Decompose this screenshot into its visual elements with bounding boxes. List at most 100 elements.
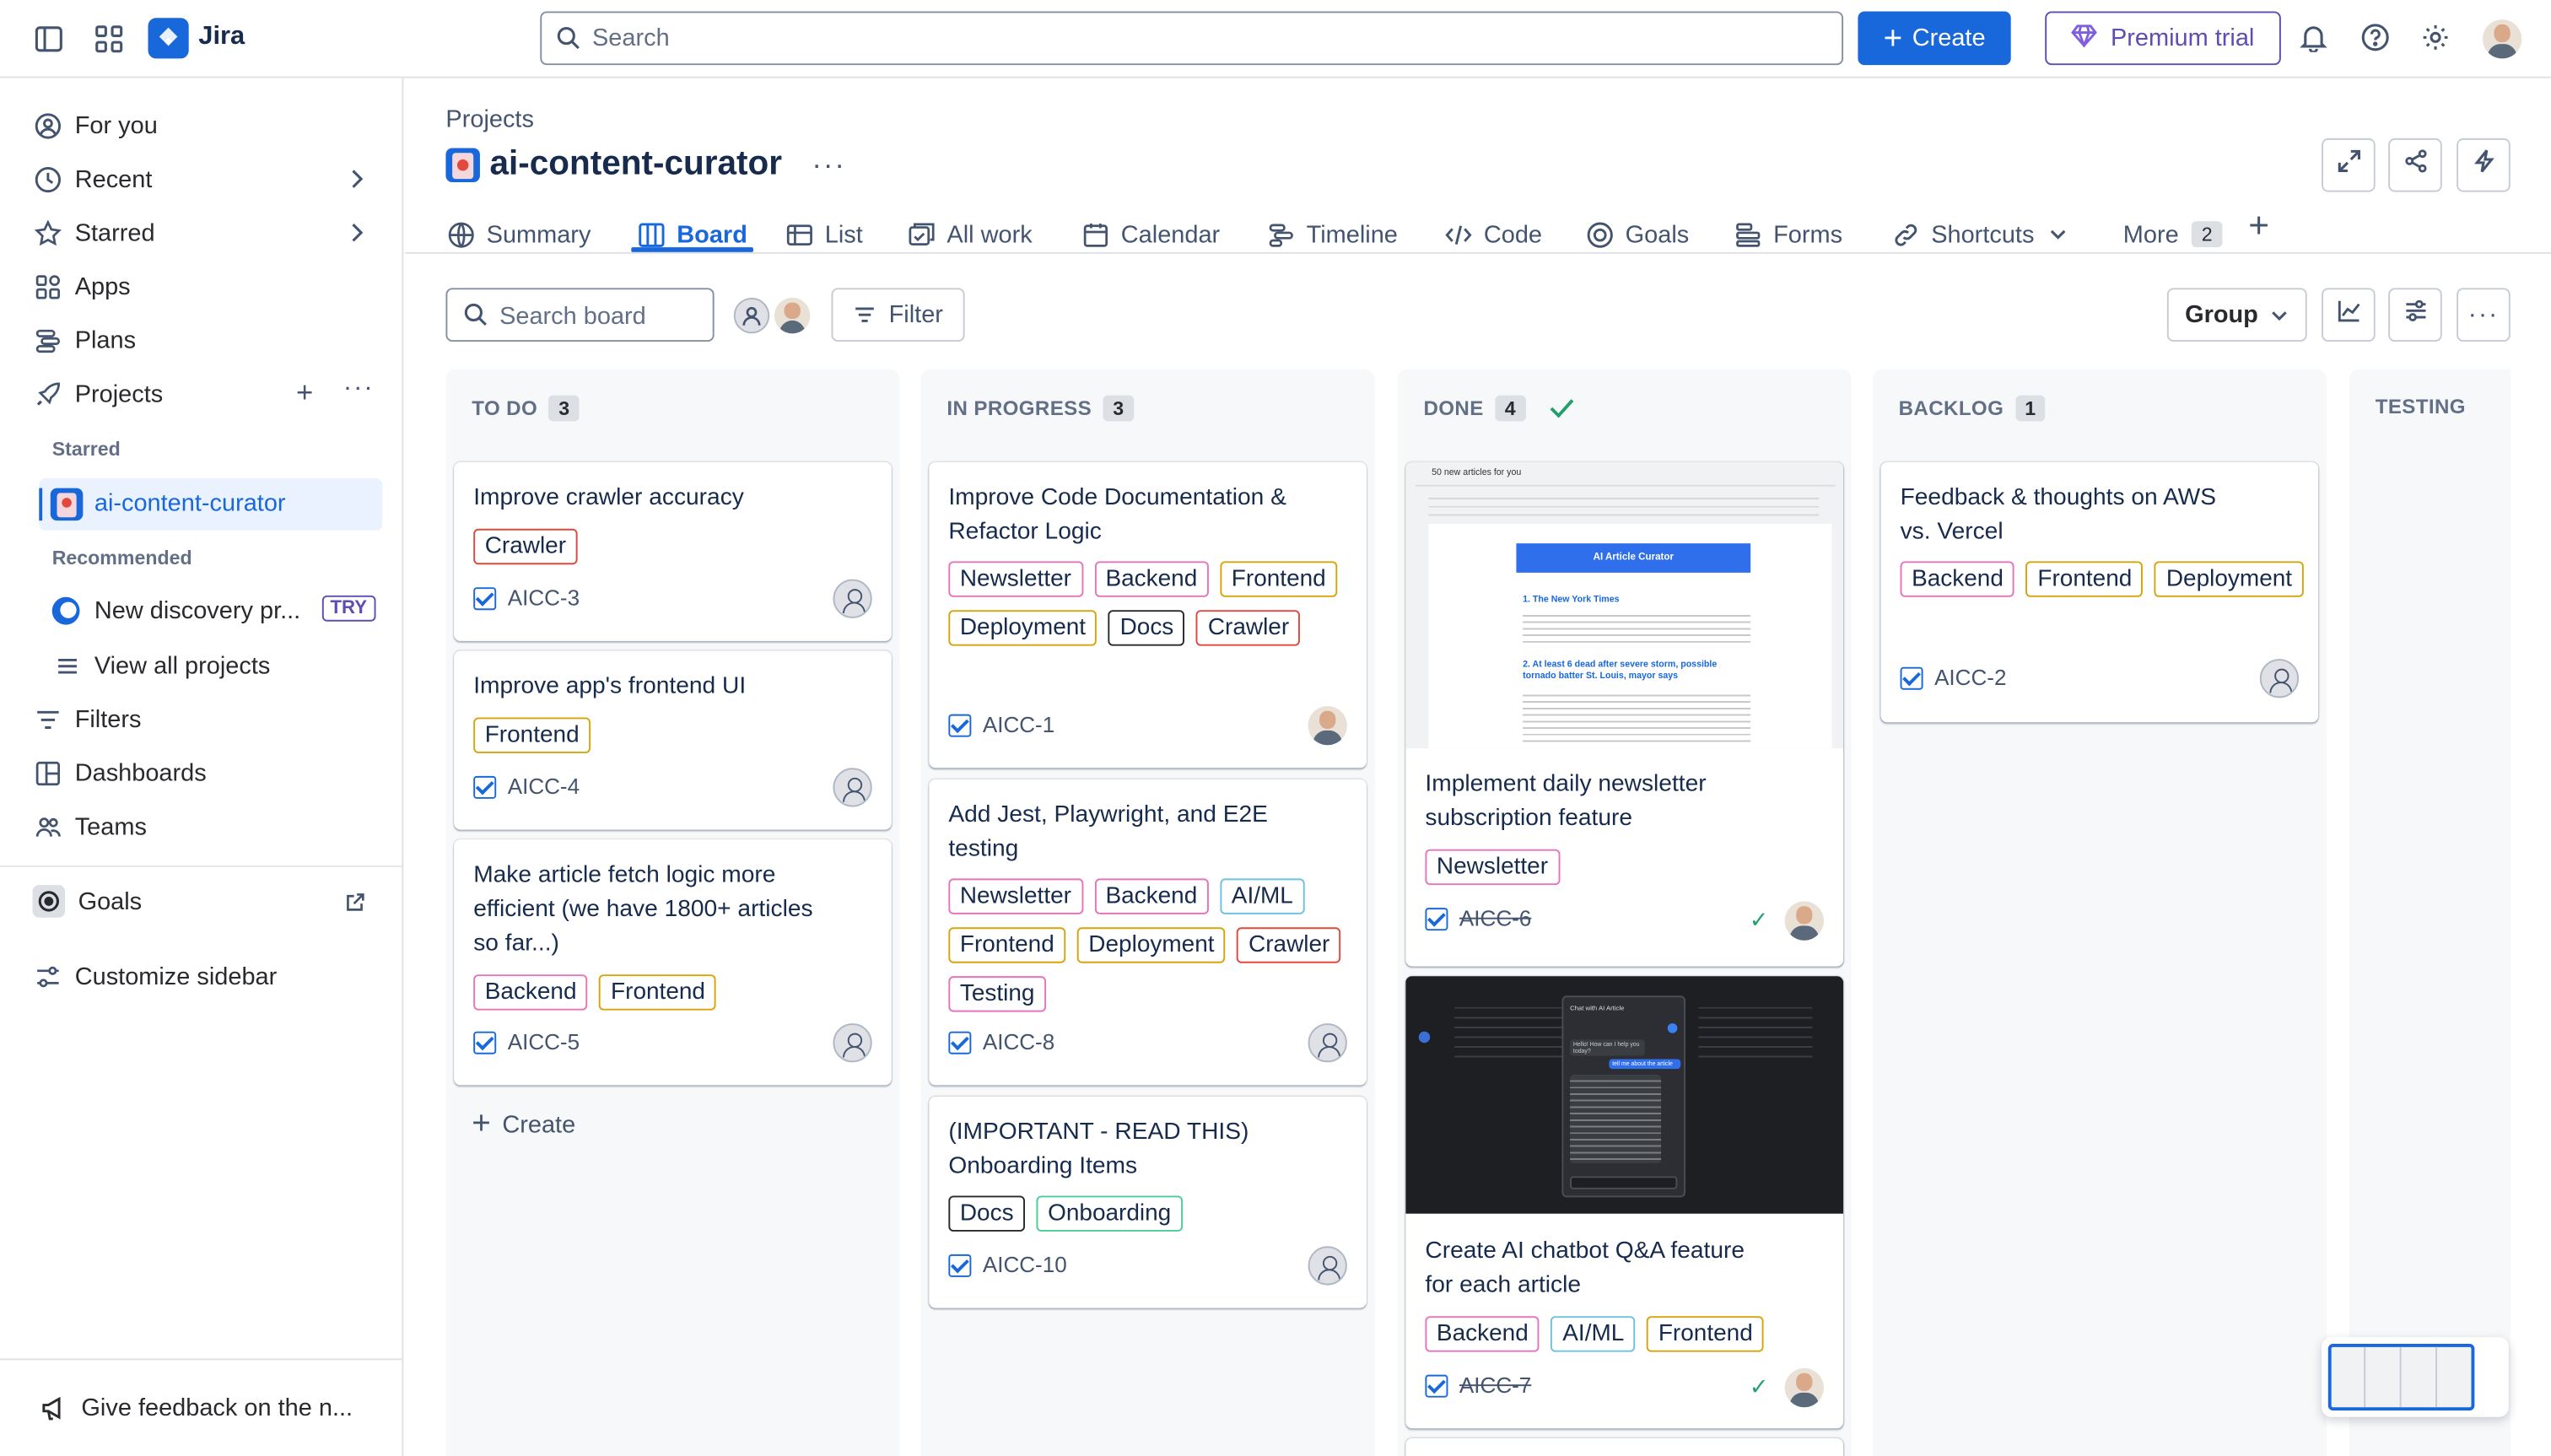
card-aicc-3[interactable]: Improve crawler accuracy Crawler AICC-3	[454, 461, 892, 641]
card-aicc-8[interactable]: Add Jest, Playwright, and E2E testing Ne…	[929, 779, 1367, 1086]
unassigned-avatar[interactable]	[833, 1023, 872, 1063]
expand-icon	[2335, 148, 2361, 181]
project-more-icon[interactable]: ···	[812, 148, 845, 181]
tab-label: More	[2122, 220, 2179, 249]
filter-lines-icon	[855, 307, 875, 322]
issue-key[interactable]: AICC-1	[948, 713, 1054, 737]
sidebar-item-filters[interactable]: Filters	[33, 694, 142, 743]
unassigned-avatar[interactable]	[1308, 1246, 1347, 1286]
premium-trial-button[interactable]: Premium trial	[2045, 11, 2281, 66]
card-aicc-2[interactable]: Feedback & thoughts on AWS vs. Vercel Ba…	[1880, 461, 2319, 723]
sidebar-toggle-icon[interactable]	[33, 23, 66, 56]
create-issue-button[interactable]: + Create	[472, 1108, 575, 1141]
add-tab-plus-icon[interactable]: +	[2248, 208, 2269, 244]
plus-icon: +	[1883, 20, 1903, 57]
fullscreen-button[interactable]	[2322, 138, 2376, 192]
avatar-face	[2494, 24, 2511, 43]
sidebar-item-projects[interactable]: Projects	[33, 369, 164, 418]
board-more-button[interactable]: ···	[2457, 288, 2511, 342]
column-count: 3	[548, 395, 580, 422]
give-feedback-button[interactable]: Give feedback on the n...	[39, 1383, 353, 1432]
tab-label: Code	[1483, 220, 1543, 249]
sidebar-label: Starred	[74, 218, 155, 247]
create-button[interactable]: + Create	[1858, 11, 2011, 66]
add-project-plus-icon[interactable]: +	[296, 377, 313, 407]
unassigned-avatar[interactable]	[2259, 659, 2300, 698]
breadcrumb[interactable]: Projects	[445, 105, 534, 133]
board-minimap[interactable]	[2322, 1337, 2509, 1417]
user-avatar-filter[interactable]	[774, 297, 811, 334]
chat-bubble: tell me about the article	[1609, 1059, 1681, 1070]
jira-logo-icon[interactable]	[148, 18, 189, 59]
card-aicc-6[interactable]: 50 new articles for you AI Article Curat…	[1405, 461, 1844, 967]
insights-button[interactable]	[2322, 288, 2376, 342]
column-header: IN PROGRESS 3	[947, 395, 1135, 422]
card-aicc-1[interactable]: Improve Code Documentation & Refactor Lo…	[929, 461, 1367, 768]
sidebar-item-plans[interactable]: Plans	[33, 315, 137, 364]
assignee-avatar[interactable]	[1784, 1367, 1824, 1408]
more-horizontal-icon[interactable]: ···	[343, 375, 375, 404]
sidebar-item-new-discovery[interactable]: New discovery pr... TRY	[51, 585, 386, 634]
sidebar-item-customize[interactable]: Customize sidebar	[33, 952, 278, 1000]
issue-key[interactable]: AICC-3	[473, 585, 580, 610]
card-title: Implement daily newsletter subscription …	[1425, 771, 1707, 832]
unassigned-avatar-filter[interactable]	[733, 297, 770, 334]
issue-key[interactable]: AICC-6	[1425, 906, 1531, 930]
sidebar-item-teams[interactable]: Teams	[33, 802, 147, 851]
sidebar-label: New discovery pr...	[94, 596, 301, 625]
issue-key[interactable]: AICC-8	[948, 1030, 1054, 1054]
notifications-bell-icon[interactable]	[2299, 23, 2328, 52]
sidebar-item-apps[interactable]: Apps	[33, 262, 131, 310]
sidebar-label: Apps	[74, 272, 131, 300]
card-title: Add Jest, Playwright, and E2E testing	[948, 801, 1268, 863]
unassigned-avatar[interactable]	[833, 768, 872, 807]
card-aicc-4[interactable]: Improve app's frontend UI Frontend AICC-…	[454, 650, 892, 830]
chevron-right-icon[interactable]	[345, 168, 371, 194]
assignee-avatar[interactable]	[1308, 705, 1347, 746]
label-tag: Backend	[473, 974, 589, 1011]
assignee-avatar[interactable]	[1784, 901, 1824, 941]
automation-button[interactable]	[2457, 138, 2511, 192]
sidebar-item-goals[interactable]: Goals	[32, 876, 143, 925]
sidebar-item-for-you[interactable]: For you	[33, 101, 158, 150]
issue-key[interactable]: AICC-2	[1900, 666, 2006, 690]
chevron-right-icon[interactable]	[345, 221, 371, 247]
external-link-icon[interactable]	[345, 892, 366, 921]
issue-key[interactable]: AICC-5	[473, 1030, 580, 1054]
issue-key[interactable]: AICC-10	[948, 1253, 1067, 1277]
app-name[interactable]: Jira	[198, 23, 245, 52]
sidebar-item-view-all-projects[interactable]: View all projects	[52, 641, 270, 690]
sidebar-label: Customize sidebar	[74, 962, 278, 990]
filter-button[interactable]: Filter	[831, 288, 965, 342]
issue-key[interactable]: AICC-7	[1425, 1373, 1531, 1398]
search-icon	[557, 26, 581, 51]
code-icon	[1445, 224, 1472, 244]
group-dropdown[interactable]: Group	[2166, 288, 2307, 342]
help-icon[interactable]	[2360, 23, 2390, 52]
label-tag: Backend	[1425, 1316, 1540, 1352]
app-switcher-icon[interactable]	[93, 23, 126, 56]
unassigned-avatar[interactable]	[833, 579, 872, 618]
search-input[interactable]: Search	[540, 11, 1844, 66]
view-settings-button[interactable]	[2388, 288, 2442, 342]
sidebar-item-starred[interactable]: Starred	[33, 208, 155, 257]
sidebar-item-dashboards[interactable]: Dashboards	[33, 748, 207, 797]
card-aicc-5[interactable]: Make article fetch logic more efficient …	[454, 839, 892, 1086]
search-board-input[interactable]: Search board	[445, 288, 715, 342]
sidebar-item-recent[interactable]: Recent	[33, 154, 153, 203]
card-aicc-7[interactable]: Chat with AI Article Hello! How can I he…	[1405, 976, 1844, 1429]
card-partial[interactable]	[1405, 1437, 1844, 1456]
issue-key[interactable]: AICC-4	[473, 774, 580, 799]
card-aicc-10[interactable]: (IMPORTANT - READ THIS) Onboarding Items…	[929, 1096, 1367, 1308]
column-title: DONE	[1423, 396, 1484, 420]
task-checkbox-icon	[1900, 666, 1923, 689]
tab-label: Calendar	[1120, 220, 1221, 249]
unassigned-avatar[interactable]	[1308, 1023, 1347, 1063]
settings-gear-icon[interactable]	[2421, 23, 2451, 52]
board-columns-icon	[639, 222, 665, 246]
sidebar-item-ai-content-curator[interactable]: ai-content-curator	[39, 477, 383, 531]
share-button[interactable]	[2388, 138, 2442, 192]
issue-key-text: AICC-8	[982, 1029, 1055, 1054]
user-avatar[interactable]	[2482, 19, 2522, 59]
minimap-viewport[interactable]	[2327, 1343, 2475, 1411]
